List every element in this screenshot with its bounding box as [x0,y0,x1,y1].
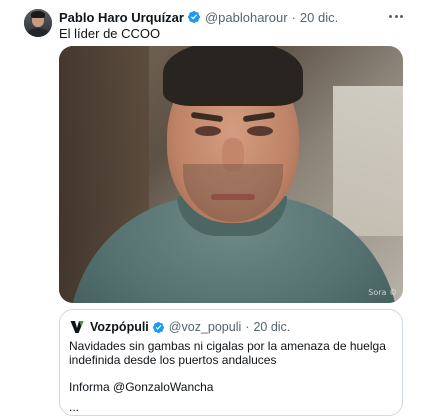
quoted-text-ellipsis: ... [69,399,80,414]
author-name[interactable]: Pablo Haro Urquízar [59,10,184,25]
quoted-text-mention-line: Informa @GonzaloWancha [69,380,214,394]
author-handle[interactable]: @pabloharour [205,10,288,25]
more-dot [400,14,403,18]
verified-badge-icon [187,11,200,23]
quoted-tweet-text: Navidades sin gambas ni cigalas por la a… [69,339,394,414]
quoted-tweet-header: Vozpópuli @voz_populi · 20 dic. [69,318,290,336]
tweet-text: El líder de CCOO [59,26,161,41]
avatar-hair [31,11,45,18]
avatar-body [27,28,49,37]
quoted-tweet-date[interactable]: 20 dic. [253,320,290,334]
tweet-header: Pablo Haro Urquízar @pabloharour · 20 di… [59,8,338,26]
author-avatar[interactable] [24,9,52,37]
tweet[interactable]: Pablo Haro Urquízar @pabloharour · 20 di… [0,0,422,417]
photo-left-eye [195,126,221,136]
photo-watermark: Sora © [368,288,397,297]
photo-mouth [211,194,255,200]
photo-right-eye [247,126,273,136]
tweet-photo[interactable]: Sora © [59,46,403,303]
vozpopuli-logo-icon [69,319,85,335]
quoted-text-line: Navidades sin gambas ni cigalas por la a… [69,339,386,367]
separator-dot: · [291,9,296,25]
vozpopuli-v-icon [70,321,84,333]
more-dot [389,14,392,18]
separator-dot: · [245,320,250,334]
quoted-tweet-card[interactable]: Vozpópuli @voz_populi · 20 dic. Navidade… [59,309,403,416]
more-options-icon[interactable] [385,9,407,23]
quoted-author-name[interactable]: Vozpópuli [90,320,149,334]
photo-hair [163,46,303,106]
quoted-author-handle[interactable]: @voz_populi [169,320,241,334]
photo-background-window [333,86,403,236]
more-dot [394,14,398,18]
tweet-date[interactable]: 20 dic. [300,10,338,25]
verified-badge-icon [152,321,164,333]
